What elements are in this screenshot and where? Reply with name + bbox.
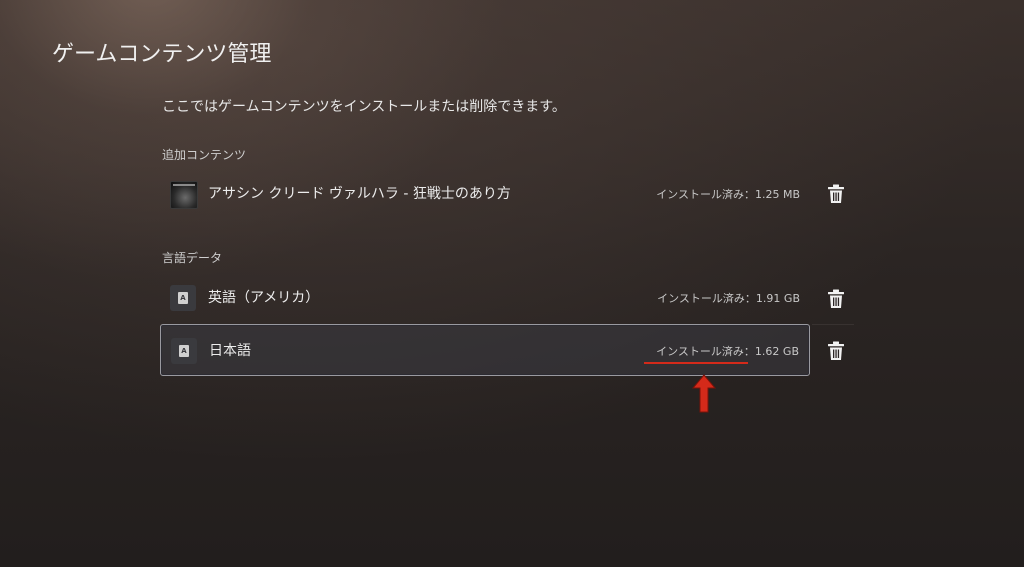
section-label-addon: 追加コンテンツ — [162, 148, 247, 162]
language-size: インストール済み：1.62 GB — [656, 345, 799, 358]
language-icon: A — [170, 285, 196, 311]
language-size: インストール済み：1.91 GB — [657, 292, 800, 305]
annotation-underline — [644, 362, 748, 364]
trash-icon-graphic — [828, 341, 844, 360]
annotation-arrow-icon — [690, 372, 718, 414]
language-row-japanese[interactable]: A 日本語 インストール済み：1.62 GB — [160, 324, 810, 376]
trash-icon[interactable] — [827, 341, 845, 361]
language-row-english[interactable]: A 英語（アメリカ） インストール済み：1.91 GB — [160, 272, 810, 324]
trash-icon-graphic — [828, 289, 844, 308]
addon-row[interactable]: アサシン クリード ヴァルハラ - 狂戦士のあり方 インストール済み：1.25 … — [160, 168, 810, 220]
row-divider — [812, 324, 854, 325]
trash-icon-graphic — [828, 184, 844, 203]
trash-icon[interactable] — [827, 289, 845, 309]
addon-thumbnail — [170, 181, 198, 209]
language-name: 英語（アメリカ） — [208, 290, 320, 306]
page-title: ゲームコンテンツ管理 — [52, 42, 272, 67]
language-name: 日本語 — [209, 343, 251, 359]
page-description: ここではゲームコンテンツをインストールまたは削除できます。 — [162, 99, 566, 115]
trash-icon[interactable] — [827, 184, 845, 204]
addon-name: アサシン クリード ヴァルハラ - 狂戦士のあり方 — [208, 186, 511, 202]
section-label-language: 言語データ — [162, 251, 223, 265]
addon-size: インストール済み：1.25 MB — [656, 188, 800, 201]
language-icon: A — [171, 338, 197, 364]
